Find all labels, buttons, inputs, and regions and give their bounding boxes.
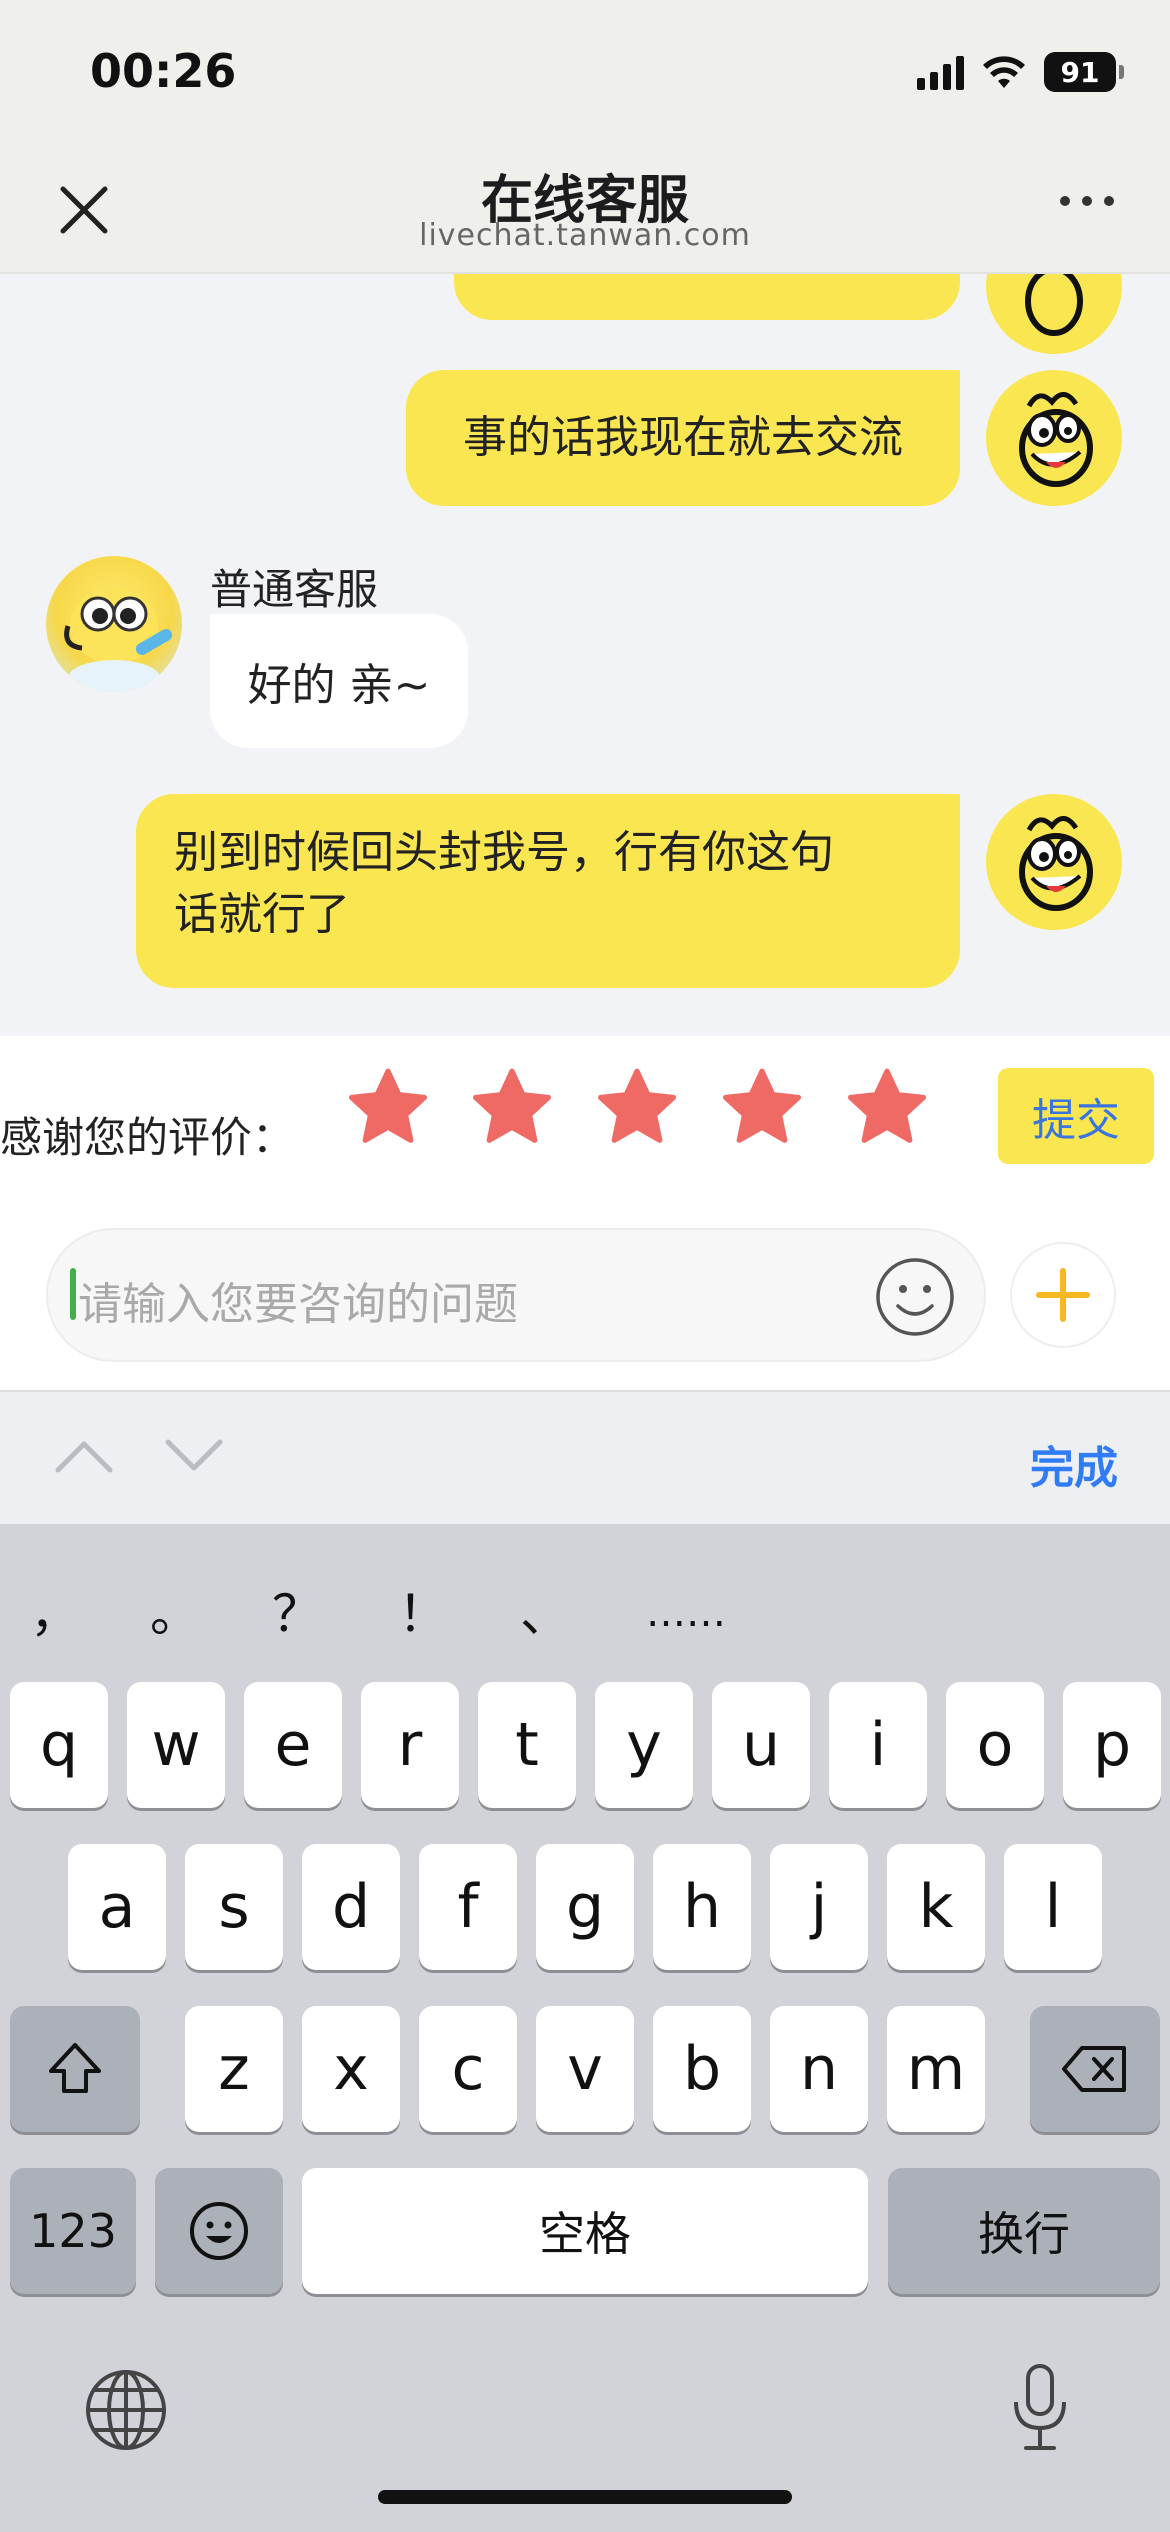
agent-message-bubble: 好的 亲~	[210, 614, 468, 748]
agent-avatar	[46, 556, 182, 692]
punct-key[interactable]: ！	[398, 1574, 448, 1646]
key-z[interactable]: z	[185, 2006, 283, 2132]
submit-rating-button[interactable]: 提交	[998, 1068, 1154, 1164]
key-j[interactable]: j	[770, 1844, 868, 1970]
status-time: 00:26	[90, 44, 237, 98]
plus-icon	[1036, 1268, 1090, 1322]
key-q[interactable]: q	[10, 1682, 108, 1808]
star-icon[interactable]	[845, 1066, 929, 1150]
user-avatar	[986, 370, 1122, 506]
key-d[interactable]: d	[302, 1844, 400, 1970]
key-a[interactable]: a	[68, 1844, 166, 1970]
backspace-key[interactable]	[1030, 2006, 1160, 2132]
emoji-icon	[190, 2202, 248, 2260]
microphone-icon[interactable]	[1008, 2362, 1072, 2454]
numbers-key[interactable]: 123	[10, 2168, 136, 2294]
key-e[interactable]: e	[244, 1682, 342, 1808]
agent-name: 普通客服	[210, 565, 379, 614]
punct-key[interactable]: 。	[150, 1574, 200, 1646]
mascot-icon	[1019, 816, 1093, 911]
key-p[interactable]: p	[1063, 1682, 1161, 1808]
wifi-icon	[983, 56, 1025, 88]
dot-icon	[1060, 196, 1070, 206]
key-n[interactable]: n	[770, 2006, 868, 2132]
shift-key[interactable]	[10, 2006, 140, 2132]
text-cursor	[70, 1268, 76, 1320]
star-icon[interactable]	[720, 1066, 804, 1150]
key-s[interactable]: s	[185, 1844, 283, 1970]
key-m[interactable]: m	[887, 2006, 985, 2132]
key-y[interactable]: y	[595, 1682, 693, 1808]
key-b[interactable]: b	[653, 2006, 751, 2132]
message-text-line: 别到时候回头封我号，行有你这句	[174, 827, 834, 878]
user-avatar	[986, 274, 1122, 354]
return-key[interactable]: 换行	[888, 2168, 1160, 2294]
key-c[interactable]: c	[419, 2006, 517, 2132]
key-w[interactable]: w	[127, 1682, 225, 1808]
key-x[interactable]: x	[302, 2006, 400, 2132]
key-l[interactable]: l	[1004, 1844, 1102, 1970]
dot-icon	[1104, 196, 1114, 206]
mascot-icon	[1019, 392, 1093, 487]
emoji-button[interactable]	[874, 1256, 956, 1338]
message-text: 事的话我现在就去交流	[463, 412, 903, 463]
chat-messages[interactable]: 事的话我现在就去交流 普通客服 好的 亲~ 别到时候回头封我号，行有你这句 话就…	[0, 274, 1170, 1036]
status-icons: 91	[917, 52, 1124, 92]
key-h[interactable]: h	[653, 1844, 751, 1970]
input-placeholder: 请输入您要咨询的问题	[78, 1279, 518, 1330]
key-o[interactable]: o	[946, 1682, 1044, 1808]
mascot-icon	[1025, 274, 1083, 336]
punct-key[interactable]: ？	[272, 1574, 322, 1646]
message-text: 好的 亲~	[247, 660, 431, 711]
punct-key[interactable]: ……	[646, 1590, 726, 1636]
shift-icon	[49, 2043, 101, 2093]
key-i[interactable]: i	[829, 1682, 927, 1808]
next-field-chevron-down-icon[interactable]	[164, 1436, 224, 1476]
key-f[interactable]: f	[419, 1844, 517, 1970]
key-v[interactable]: v	[536, 2006, 634, 2132]
punct-key[interactable]: ，	[30, 1574, 80, 1646]
previous-field-chevron-up-icon[interactable]	[54, 1436, 114, 1476]
add-attachment-button[interactable]	[1010, 1242, 1116, 1348]
message-bubble: 事的话我现在就去交流	[406, 370, 960, 506]
dot-icon	[1082, 196, 1092, 206]
star-icon[interactable]	[346, 1066, 430, 1150]
key-g[interactable]: g	[536, 1844, 634, 1970]
message-bubble: 别到时候回头封我号，行有你这句 话就行了	[136, 794, 960, 988]
key-u[interactable]: u	[712, 1682, 810, 1808]
globe-icon[interactable]	[84, 2368, 168, 2452]
done-button[interactable]: 完成	[1030, 1432, 1118, 1496]
page-url: livechat.tanwan.com	[419, 218, 751, 253]
space-key[interactable]: 空格	[302, 2168, 868, 2294]
agent-mascot-icon	[64, 588, 173, 692]
cellular-signal-icon	[917, 54, 964, 90]
more-options-button[interactable]	[1060, 196, 1114, 206]
emoji-key[interactable]	[155, 2168, 283, 2294]
battery-icon: 91	[1044, 52, 1124, 92]
nav-header: 00:26 91 在线客服 livechat.tanwan.com	[0, 0, 1170, 274]
punct-key[interactable]: 、	[520, 1574, 570, 1646]
backspace-icon	[1062, 2046, 1126, 2092]
user-avatar	[986, 794, 1122, 930]
message-bubble-partial	[454, 274, 960, 320]
key-k[interactable]: k	[887, 1844, 985, 1970]
star-icon[interactable]	[470, 1066, 554, 1150]
message-text-line: 话就行了	[174, 889, 350, 940]
key-t[interactable]: t	[478, 1682, 576, 1808]
key-r[interactable]: r	[361, 1682, 459, 1808]
rating-label: 感谢您的评价：	[0, 1113, 295, 1162]
home-indicator[interactable]	[378, 2490, 792, 2504]
star-icon[interactable]	[595, 1066, 679, 1150]
